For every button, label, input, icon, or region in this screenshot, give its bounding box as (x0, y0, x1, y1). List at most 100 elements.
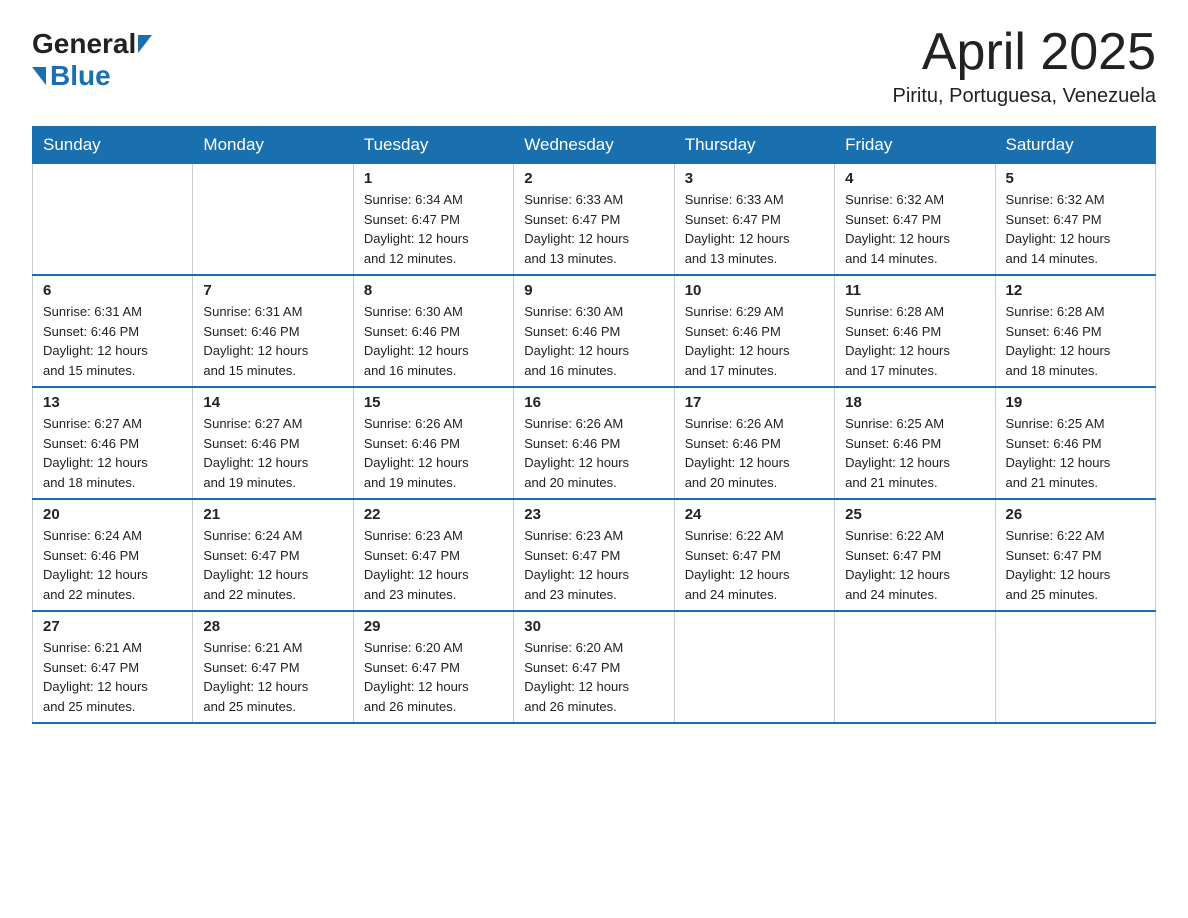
day-number: 14 (203, 394, 342, 411)
calendar-cell: 9 Sunrise: 6:30 AMSunset: 6:46 PMDaylight… (514, 275, 674, 387)
day-number: 16 (524, 394, 663, 411)
day-number: 10 (685, 282, 824, 299)
logo-blue-text: Blue (50, 60, 111, 92)
day-info: Sunrise: 6:34 AMSunset: 6:47 PMDaylight:… (364, 192, 469, 266)
day-info: Sunrise: 6:27 AMSunset: 6:46 PMDaylight:… (43, 416, 148, 490)
day-number: 18 (845, 394, 984, 411)
calendar-cell: 3 Sunrise: 6:33 AMSunset: 6:47 PMDaylight… (674, 164, 834, 276)
header-wednesday: Wednesday (514, 127, 674, 164)
logo-triangle-icon (138, 35, 152, 53)
day-info: Sunrise: 6:22 AMSunset: 6:47 PMDaylight:… (1006, 528, 1111, 602)
logo-triangle2-icon (32, 67, 46, 85)
calendar-header: SundayMondayTuesdayWednesdayThursdayFrid… (33, 127, 1156, 164)
week-row-2: 13 Sunrise: 6:27 AMSunset: 6:46 PMDayligh… (33, 387, 1156, 499)
calendar-cell (674, 611, 834, 723)
day-info: Sunrise: 6:26 AMSunset: 6:46 PMDaylight:… (524, 416, 629, 490)
logo-general-text: General (32, 28, 136, 60)
calendar-cell: 28Sunrise: 6:21 AMSunset: 6:47 PMDayligh… (193, 611, 353, 723)
week-row-3: 20Sunrise: 6:24 AMSunset: 6:46 PMDayligh… (33, 499, 1156, 611)
calendar-cell: 1 Sunrise: 6:34 AMSunset: 6:47 PMDaylight… (353, 164, 513, 276)
calendar-cell (835, 611, 995, 723)
day-info: Sunrise: 6:23 AMSunset: 6:47 PMDaylight:… (524, 528, 629, 602)
calendar-table: SundayMondayTuesdayWednesdayThursdayFrid… (32, 126, 1156, 724)
calendar-cell: 18 Sunrise: 6:25 AMSunset: 6:46 PMDayligh… (835, 387, 995, 499)
day-info: Sunrise: 6:25 AMSunset: 6:46 PMDaylight:… (1006, 416, 1111, 490)
calendar-cell (995, 611, 1155, 723)
day-number: 17 (685, 394, 824, 411)
day-number: 11 (845, 282, 984, 299)
day-number: 25 (845, 506, 984, 523)
calendar-cell: 7Sunrise: 6:31 AMSunset: 6:46 PMDaylight… (193, 275, 353, 387)
day-info: Sunrise: 6:33 AMSunset: 6:47 PMDaylight:… (524, 192, 629, 266)
day-number: 9 (524, 282, 663, 299)
calendar-cell: 17Sunrise: 6:26 AMSunset: 6:46 PMDayligh… (674, 387, 834, 499)
calendar-cell: 6Sunrise: 6:31 AMSunset: 6:46 PMDaylight… (33, 275, 193, 387)
day-info: Sunrise: 6:32 AMSunset: 6:47 PMDaylight:… (845, 192, 950, 266)
page-subtitle: Piritu, Portuguesa, Venezuela (892, 85, 1156, 108)
calendar-body: 1 Sunrise: 6:34 AMSunset: 6:47 PMDaylight… (33, 164, 1156, 724)
calendar-cell: 4 Sunrise: 6:32 AMSunset: 6:47 PMDaylight… (835, 164, 995, 276)
day-info: Sunrise: 6:30 AMSunset: 6:46 PMDaylight:… (524, 304, 629, 378)
day-info: Sunrise: 6:27 AMSunset: 6:46 PMDaylight:… (203, 416, 308, 490)
header-friday: Friday (835, 127, 995, 164)
calendar-cell: 27 Sunrise: 6:21 AMSunset: 6:47 PMDayligh… (33, 611, 193, 723)
day-info: Sunrise: 6:33 AMSunset: 6:47 PMDaylight:… (685, 192, 790, 266)
day-number: 20 (43, 506, 182, 523)
day-info: Sunrise: 6:30 AMSunset: 6:46 PMDaylight:… (364, 304, 469, 378)
calendar-cell: 29 Sunrise: 6:20 AMSunset: 6:47 PMDayligh… (353, 611, 513, 723)
calendar-cell: 2Sunrise: 6:33 AMSunset: 6:47 PMDaylight… (514, 164, 674, 276)
calendar-cell: 22Sunrise: 6:23 AMSunset: 6:47 PMDayligh… (353, 499, 513, 611)
week-row-0: 1 Sunrise: 6:34 AMSunset: 6:47 PMDaylight… (33, 164, 1156, 276)
calendar-cell: 8 Sunrise: 6:30 AMSunset: 6:46 PMDaylight… (353, 275, 513, 387)
calendar-cell: 14 Sunrise: 6:27 AMSunset: 6:46 PMDayligh… (193, 387, 353, 499)
day-number: 12 (1006, 282, 1145, 299)
calendar-cell: 10Sunrise: 6:29 AMSunset: 6:46 PMDayligh… (674, 275, 834, 387)
header-saturday: Saturday (995, 127, 1155, 164)
day-info: Sunrise: 6:25 AMSunset: 6:46 PMDaylight:… (845, 416, 950, 490)
header-row: SundayMondayTuesdayWednesdayThursdayFrid… (33, 127, 1156, 164)
day-info: Sunrise: 6:20 AMSunset: 6:47 PMDaylight:… (364, 640, 469, 714)
day-number: 21 (203, 506, 342, 523)
day-number: 30 (524, 618, 663, 635)
day-number: 26 (1006, 506, 1145, 523)
week-row-1: 6Sunrise: 6:31 AMSunset: 6:46 PMDaylight… (33, 275, 1156, 387)
calendar-cell: 23Sunrise: 6:23 AMSunset: 6:47 PMDayligh… (514, 499, 674, 611)
day-number: 4 (845, 170, 984, 187)
header-sunday: Sunday (33, 127, 193, 164)
day-number: 3 (685, 170, 824, 187)
day-number: 1 (364, 170, 503, 187)
calendar-cell: 19Sunrise: 6:25 AMSunset: 6:46 PMDayligh… (995, 387, 1155, 499)
week-row-4: 27 Sunrise: 6:21 AMSunset: 6:47 PMDayligh… (33, 611, 1156, 723)
page-header: General Blue April 2025 Piritu, Portugue… (32, 24, 1156, 108)
day-info: Sunrise: 6:24 AMSunset: 6:47 PMDaylight:… (203, 528, 308, 602)
calendar-cell: 25 Sunrise: 6:22 AMSunset: 6:47 PMDayligh… (835, 499, 995, 611)
calendar-cell: 20Sunrise: 6:24 AMSunset: 6:46 PMDayligh… (33, 499, 193, 611)
day-number: 27 (43, 618, 182, 635)
calendar-cell: 16 Sunrise: 6:26 AMSunset: 6:46 PMDayligh… (514, 387, 674, 499)
calendar-cell (33, 164, 193, 276)
calendar-cell: 13 Sunrise: 6:27 AMSunset: 6:46 PMDayligh… (33, 387, 193, 499)
day-number: 22 (364, 506, 503, 523)
day-info: Sunrise: 6:21 AMSunset: 6:47 PMDaylight:… (43, 640, 148, 714)
day-info: Sunrise: 6:32 AMSunset: 6:47 PMDaylight:… (1006, 192, 1111, 266)
calendar-cell: 11 Sunrise: 6:28 AMSunset: 6:46 PMDayligh… (835, 275, 995, 387)
day-number: 6 (43, 282, 182, 299)
calendar-cell: 12 Sunrise: 6:28 AMSunset: 6:46 PMDayligh… (995, 275, 1155, 387)
day-info: Sunrise: 6:26 AMSunset: 6:46 PMDaylight:… (364, 416, 469, 490)
day-number: 29 (364, 618, 503, 635)
day-number: 8 (364, 282, 503, 299)
calendar-cell: 24Sunrise: 6:22 AMSunset: 6:47 PMDayligh… (674, 499, 834, 611)
day-info: Sunrise: 6:22 AMSunset: 6:47 PMDaylight:… (845, 528, 950, 602)
day-info: Sunrise: 6:22 AMSunset: 6:47 PMDaylight:… (685, 528, 790, 602)
day-number: 5 (1006, 170, 1145, 187)
day-number: 13 (43, 394, 182, 411)
logo: General Blue (32, 28, 154, 92)
calendar-cell: 15Sunrise: 6:26 AMSunset: 6:46 PMDayligh… (353, 387, 513, 499)
day-number: 7 (203, 282, 342, 299)
day-info: Sunrise: 6:28 AMSunset: 6:46 PMDaylight:… (1006, 304, 1111, 378)
calendar-cell: 26 Sunrise: 6:22 AMSunset: 6:47 PMDayligh… (995, 499, 1155, 611)
day-info: Sunrise: 6:28 AMSunset: 6:46 PMDaylight:… (845, 304, 950, 378)
day-number: 28 (203, 618, 342, 635)
day-info: Sunrise: 6:20 AMSunset: 6:47 PMDaylight:… (524, 640, 629, 714)
calendar-cell: 5 Sunrise: 6:32 AMSunset: 6:47 PMDaylight… (995, 164, 1155, 276)
